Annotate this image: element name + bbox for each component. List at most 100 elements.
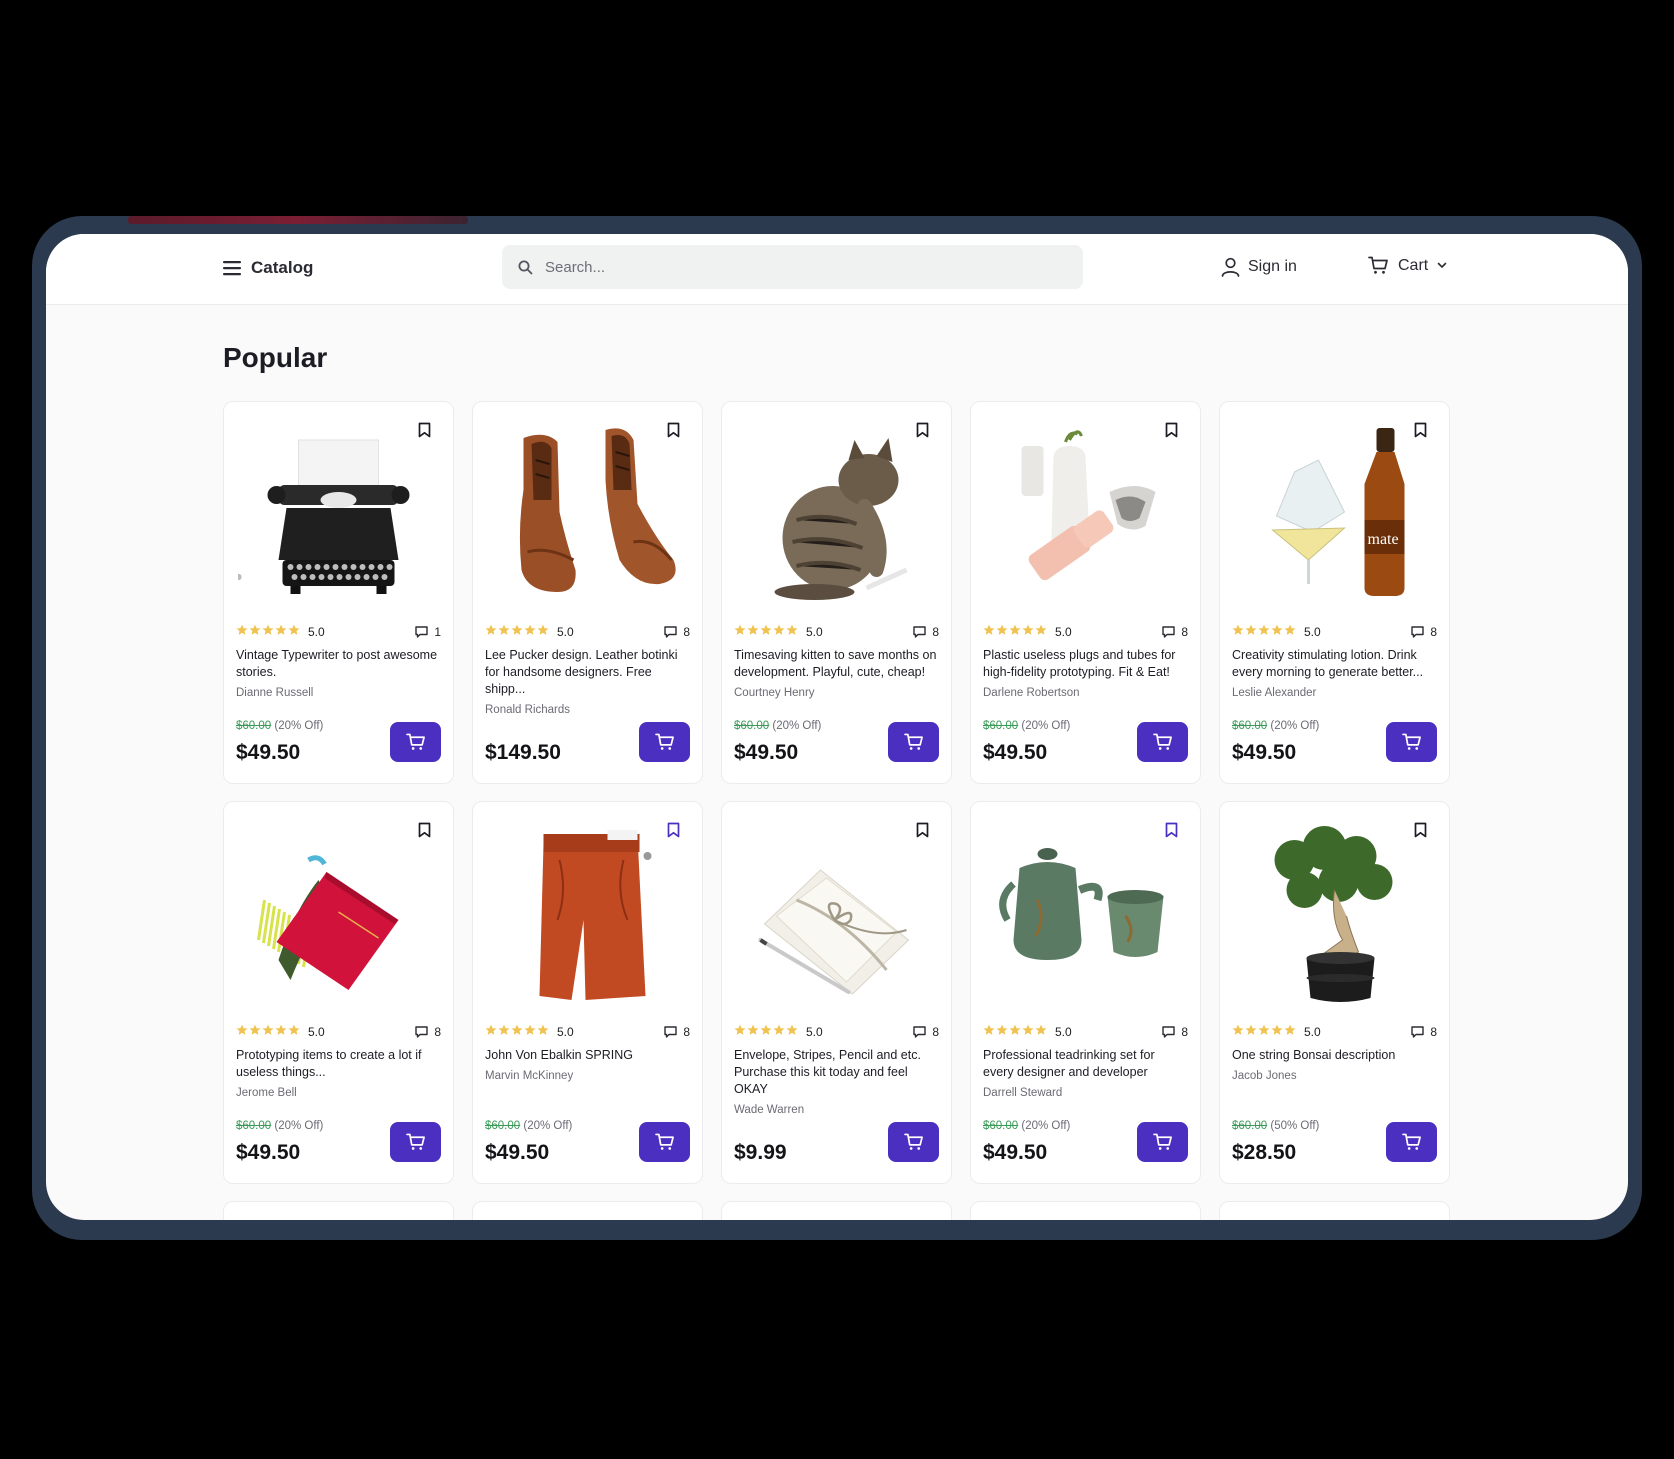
product-title-text[interactable]: Professional teadrinking set for every d… xyxy=(983,1047,1188,1081)
add-to-cart-button[interactable] xyxy=(888,1122,939,1162)
add-to-cart-button[interactable] xyxy=(639,722,690,762)
star-icon xyxy=(511,1023,523,1041)
product-card[interactable]: 5.0 8 Prototyping items to create a lot … xyxy=(223,801,454,1184)
rating-value: 5.0 xyxy=(1055,625,1072,639)
reviews-count[interactable]: 8 xyxy=(913,625,939,639)
star-icon xyxy=(734,1023,746,1041)
seller-name: Leslie Alexander xyxy=(1232,687,1317,699)
star-rating xyxy=(236,1023,300,1041)
product-title-text[interactable]: Plastic useless plugs and tubes for high… xyxy=(983,647,1188,681)
add-to-cart-button[interactable] xyxy=(1137,1122,1188,1162)
product-title[interactable]: One string Bonsai description Jacob Jone… xyxy=(1232,1047,1437,1085)
product-title[interactable]: Timesaving kitten to save months on deve… xyxy=(734,647,939,702)
star-rating xyxy=(485,623,549,641)
product-title-text[interactable]: One string Bonsai description xyxy=(1232,1047,1437,1064)
price: $149.50 xyxy=(485,741,561,764)
product-title[interactable]: Envelope, Stripes, Pencil and etc. Purch… xyxy=(734,1047,939,1119)
product-title[interactable]: Prototyping items to create a lot if use… xyxy=(236,1047,441,1102)
price: $49.50 xyxy=(983,1141,1048,1164)
product-card[interactable]: mate 5.0 8 Creativity stimulating lotion… xyxy=(1219,401,1450,784)
chevron-down-icon xyxy=(1437,262,1447,269)
product-title[interactable]: Vintage Typewriter to post awesome stori… xyxy=(236,647,441,702)
product-card[interactable]: 5.0 8 One string Bonsai description Jaco… xyxy=(1219,801,1450,1184)
catalog-label: Catalog xyxy=(251,258,314,277)
reviews-count[interactable]: 8 xyxy=(1162,625,1188,639)
product-card[interactable]: 5.0 8 John Von Ebalkin SPRING Marvin McK… xyxy=(472,801,703,1184)
add-to-cart-button[interactable] xyxy=(888,722,939,762)
product-title-text[interactable]: Timesaving kitten to save months on deve… xyxy=(734,647,939,681)
user-icon xyxy=(1221,257,1240,277)
catalog-menu-button[interactable]: Catalog xyxy=(223,258,313,278)
sign-in-button[interactable]: Sign in xyxy=(1221,257,1297,277)
product-card[interactable]: 5.0 1 Vintage Typewriter to post awesome… xyxy=(223,401,454,784)
star-icon xyxy=(786,1023,798,1041)
notebook-image[interactable] xyxy=(238,820,439,1008)
add-to-cart-button[interactable] xyxy=(390,1122,441,1162)
add-to-cart-button[interactable] xyxy=(639,1122,690,1162)
reviews-count[interactable]: 8 xyxy=(913,1025,939,1039)
tea-set-image[interactable] xyxy=(985,820,1186,1008)
add-to-cart-button[interactable] xyxy=(1386,722,1437,762)
product-title[interactable]: Creativity stimulating lotion. Drink eve… xyxy=(1232,647,1437,702)
star-icon xyxy=(1232,623,1244,641)
product-title-text[interactable]: Envelope, Stripes, Pencil and etc. Purch… xyxy=(734,1047,939,1098)
product-card[interactable]: 5.0 8 Professional teadrinking set for e… xyxy=(970,801,1201,1184)
product-card-partial[interactable] xyxy=(223,1201,454,1220)
reviews-count[interactable]: 8 xyxy=(1411,625,1437,639)
seller-name: Wade Warren xyxy=(734,1104,805,1116)
product-card-partial[interactable] xyxy=(1219,1201,1450,1220)
pants-image[interactable] xyxy=(487,820,688,1008)
old-price-row: $60.00 (50% Off) xyxy=(1232,1120,1319,1132)
kitten-image[interactable] xyxy=(736,420,937,608)
star-icon xyxy=(262,623,274,641)
discount-label: (20% Off) xyxy=(523,1120,573,1132)
cart-dropdown[interactable]: Cart xyxy=(1368,256,1447,275)
device-frame: Catalog Sign in xyxy=(32,216,1642,1240)
product-card-partial[interactable] xyxy=(721,1201,952,1220)
star-icon xyxy=(1022,1023,1034,1041)
reviews-count[interactable]: 8 xyxy=(664,625,690,639)
reviews-count[interactable]: 8 xyxy=(664,1025,690,1039)
product-title-text[interactable]: Prototyping items to create a lot if use… xyxy=(236,1047,441,1081)
product-title-text[interactable]: Vintage Typewriter to post awesome stori… xyxy=(236,647,441,681)
typewriter-image[interactable] xyxy=(235,420,439,608)
plugs-tubes-image[interactable] xyxy=(985,420,1186,608)
seller-name: Jerome Bell xyxy=(236,1087,297,1099)
product-title[interactable]: Lee Pucker design. Leather botinki for h… xyxy=(485,647,690,719)
reviews-count[interactable]: 8 xyxy=(1411,1025,1437,1039)
reviews-count[interactable]: 1 xyxy=(415,625,441,639)
star-icon xyxy=(747,1023,759,1041)
product-title-text[interactable]: Lee Pucker design. Leather botinki for h… xyxy=(485,647,690,698)
price: $49.50 xyxy=(983,741,1048,764)
star-icon xyxy=(996,623,1008,641)
star-icon xyxy=(734,623,746,641)
product-title[interactable]: John Von Ebalkin SPRING Marvin McKinney xyxy=(485,1047,690,1085)
product-card-partial[interactable] xyxy=(472,1201,703,1220)
product-title-text[interactable]: John Von Ebalkin SPRING xyxy=(485,1047,690,1064)
product-card[interactable]: 5.0 8 Envelope, Stripes, Pencil and etc.… xyxy=(721,801,952,1184)
reviews-count[interactable]: 8 xyxy=(1162,1025,1188,1039)
product-title[interactable]: Professional teadrinking set for every d… xyxy=(983,1047,1188,1102)
price: $9.99 xyxy=(734,1141,787,1164)
add-to-cart-button[interactable] xyxy=(1386,1122,1437,1162)
add-to-cart-button[interactable] xyxy=(390,722,441,762)
star-icon xyxy=(983,1023,995,1041)
bonsai-image[interactable] xyxy=(1234,820,1435,1008)
product-card-partial[interactable] xyxy=(970,1201,1201,1220)
discount-label: (20% Off) xyxy=(1021,720,1071,732)
product-title[interactable]: Plastic useless plugs and tubes for high… xyxy=(983,647,1188,702)
add-to-cart-button[interactable] xyxy=(1137,722,1188,762)
search-input[interactable] xyxy=(543,257,1067,277)
reviews-count[interactable]: 8 xyxy=(415,1025,441,1039)
mate-bottle-image[interactable]: mate xyxy=(1234,420,1435,608)
star-icon xyxy=(236,623,248,641)
product-title-text[interactable]: Creativity stimulating lotion. Drink eve… xyxy=(1232,647,1437,681)
envelope-kit-image[interactable] xyxy=(736,820,937,1008)
product-card[interactable]: 5.0 8 Timesaving kitten to save months o… xyxy=(721,401,952,784)
search-bar[interactable] xyxy=(502,245,1083,289)
product-card[interactable]: 5.0 8 Plastic useless plugs and tubes fo… xyxy=(970,401,1201,784)
product-card[interactable]: 5.0 8 Lee Pucker design. Leather botinki… xyxy=(472,401,703,784)
seller-name: Ronald Richards xyxy=(485,704,571,716)
device-top-strip xyxy=(128,216,468,224)
leather-boots-image[interactable] xyxy=(487,420,688,608)
